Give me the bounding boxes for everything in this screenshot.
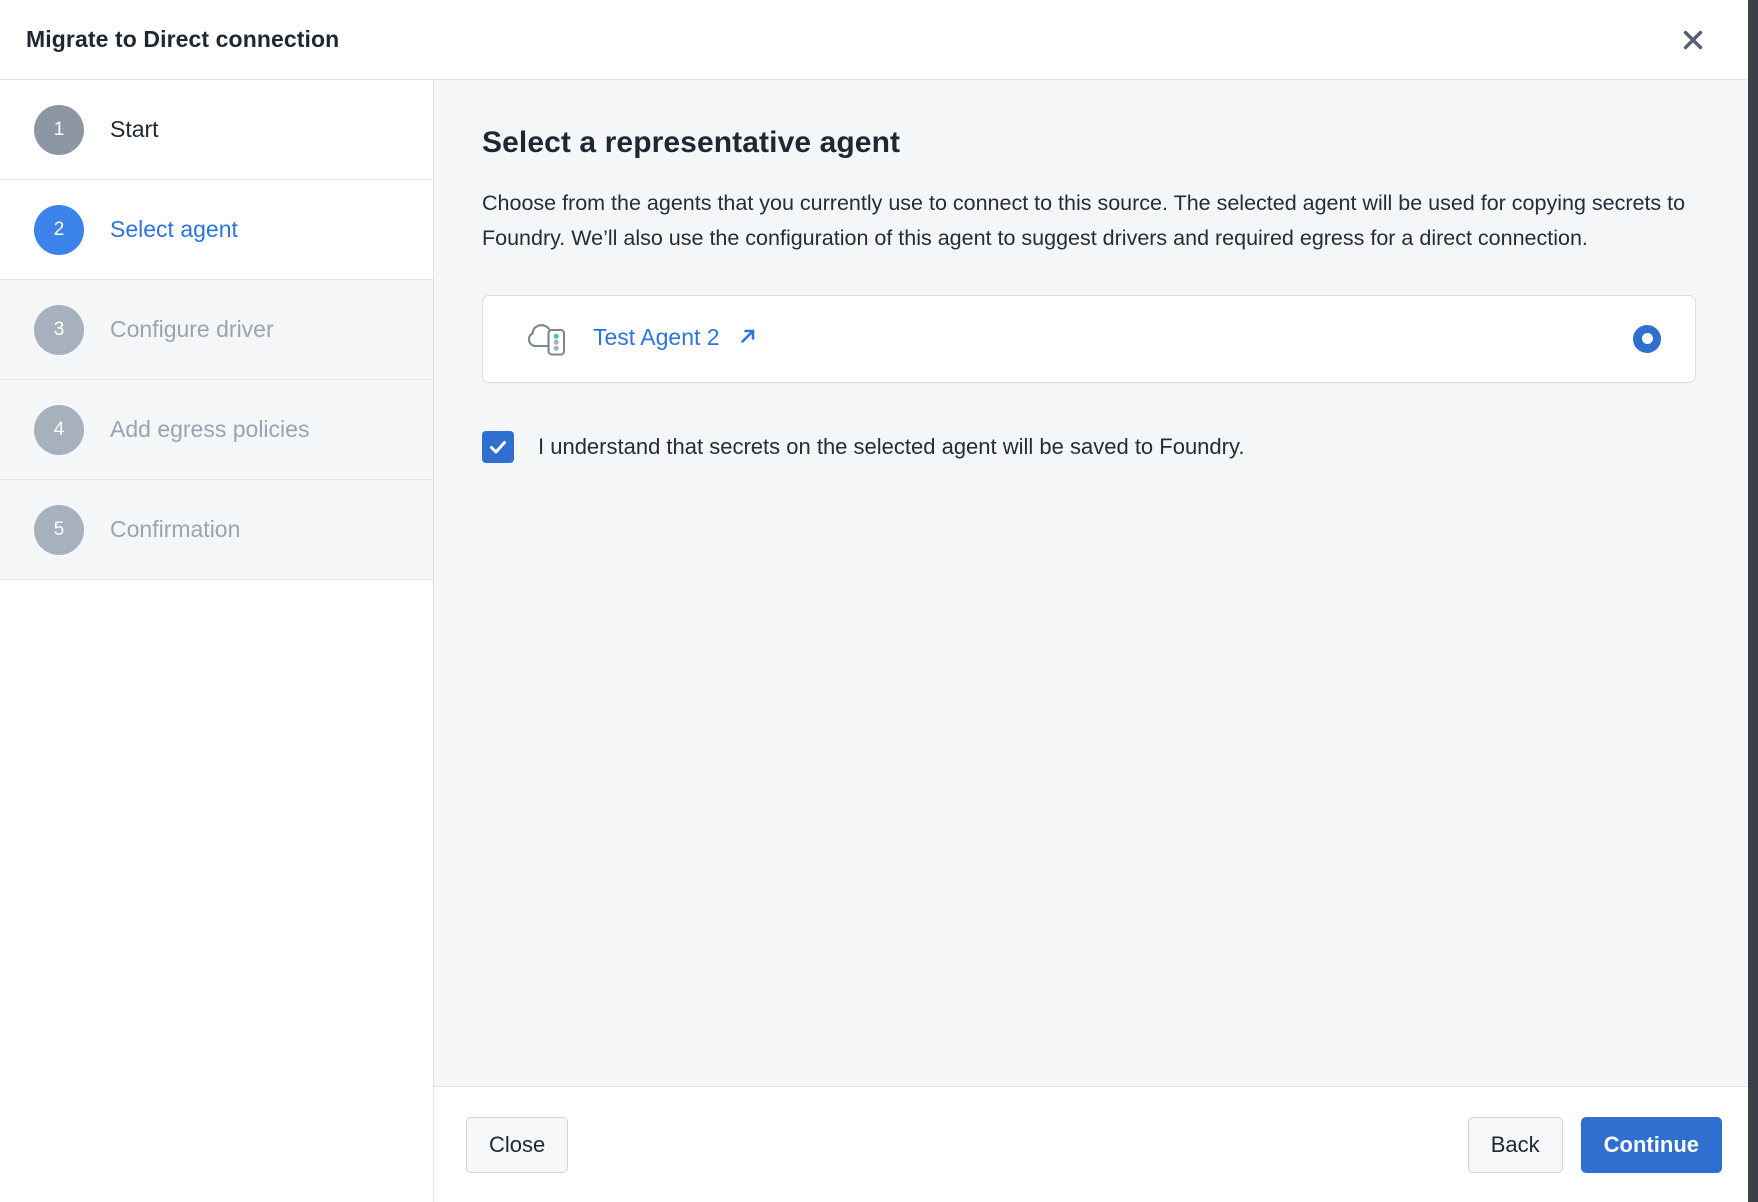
step-number-badge: 3 — [34, 304, 84, 355]
sidebar-item-select-agent[interactable]: 2 Select agent — [0, 180, 433, 280]
content-description: Choose from the agents that you currentl… — [482, 191, 1686, 251]
continue-button[interactable]: Continue — [1580, 1116, 1722, 1173]
close-button[interactable] — [1672, 19, 1714, 61]
migrate-modal: Migrate to Direct connection 1 Start 2 S… — [0, 0, 1748, 1202]
page-backdrop — [1748, 0, 1758, 1202]
step-number-badge: 1 — [34, 104, 84, 155]
external-link-icon — [737, 325, 759, 353]
content-heading: Select a representative agent — [482, 126, 901, 159]
sidebar-item-confirmation: 5 Confirmation — [0, 480, 433, 580]
sidebar-item-label: Select agent — [110, 216, 238, 242]
sidebar-item-label: Start — [110, 116, 159, 142]
page-title: Migrate to Direct connection — [26, 26, 340, 52]
sidebar-item-label: Confirmation — [110, 516, 241, 542]
modal-body: 1 Start 2 Select agent 3 Configure drive… — [0, 80, 1748, 1202]
back-button[interactable]: Back — [1467, 1116, 1563, 1173]
sidebar-item-label: Configure driver — [110, 316, 274, 342]
modal-footer: Close Back Continue — [434, 1087, 1748, 1202]
sidebar-item-label: Add egress policies — [110, 416, 310, 442]
content-wrapper: Select a representative agent Choose fro… — [434, 80, 1748, 1202]
cloud-agent-icon — [527, 321, 567, 357]
agent-radio[interactable] — [1633, 324, 1661, 353]
sidebar-item-start[interactable]: 1 Start — [0, 80, 433, 180]
step-number-badge: 4 — [34, 404, 84, 455]
check-icon — [490, 440, 506, 454]
sidebar-item-add-egress-policies: 4 Add egress policies — [0, 380, 433, 480]
close-button-footer[interactable]: Close — [466, 1116, 569, 1173]
step-number-badge: 2 — [34, 204, 84, 255]
sidebar-filler — [0, 580, 433, 1202]
step-number-badge: 5 — [34, 504, 84, 555]
sidebar-item-configure-driver: 3 Configure driver — [0, 280, 433, 380]
agent-name-link[interactable]: Test Agent 2 — [593, 324, 759, 353]
consent-label: I understand that secrets on the selecte… — [538, 433, 1245, 459]
agent-option-card[interactable]: Test Agent 2 — [482, 294, 1696, 383]
agent-name-text: Test Agent 2 — [593, 324, 720, 351]
main-content: Select a representative agent Choose fro… — [434, 80, 1748, 1087]
wizard-steps-sidebar: 1 Start 2 Select agent 3 Configure drive… — [0, 80, 434, 1202]
consent-row: I understand that secrets on the selecte… — [482, 430, 1696, 463]
modal-header: Migrate to Direct connection — [0, 0, 1748, 80]
radio-inner-dot — [1641, 333, 1653, 345]
consent-checkbox[interactable] — [482, 430, 514, 463]
close-icon — [1680, 27, 1706, 53]
